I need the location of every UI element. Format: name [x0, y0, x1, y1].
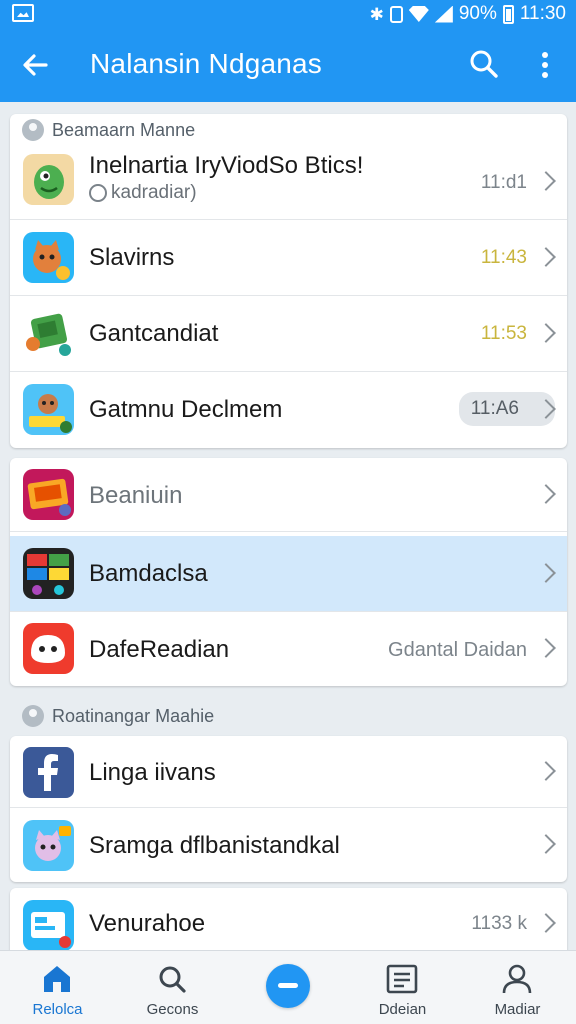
- person-icon: [89, 184, 107, 202]
- section-card-1: Beamaarn Manne Inelnartia IryViodSo Btic…: [10, 114, 567, 448]
- row-title: Sramga dflbanistandkal: [89, 832, 340, 859]
- section-user-icon: [22, 705, 44, 727]
- board-game-app-icon: [23, 469, 74, 520]
- search-icon[interactable]: [466, 46, 502, 82]
- row-meta: 11:53: [480, 323, 527, 344]
- section-card-3: Linga iivans Sramga dflbanistandkal: [10, 736, 567, 882]
- section-header: Roatinangar Maahie: [22, 704, 214, 728]
- blue-card-app-icon: [23, 900, 74, 951]
- row-title: Linga iivans: [89, 759, 216, 786]
- chevron-right-icon: [536, 638, 556, 658]
- app-bar: Nalansin Ndganas: [0, 28, 576, 102]
- section-user-icon: [22, 119, 44, 141]
- row-subtitle-text: kadradiar): [111, 182, 197, 203]
- monkey-game-app-icon: [23, 384, 74, 435]
- colorful-puzzle-app-icon: [23, 548, 74, 599]
- list-item[interactable]: Gatmnu Declmem 11:A6: [10, 372, 567, 448]
- list-item[interactable]: Beaniuin: [10, 458, 567, 532]
- search-icon: [155, 963, 189, 995]
- list-item[interactable]: Slavirns 11:43: [10, 220, 567, 296]
- nav-label: Madiar: [494, 1001, 541, 1018]
- nav-label: Ddeian: [378, 1001, 427, 1018]
- row-meta: 1133 k: [471, 913, 527, 934]
- chevron-right-icon: [536, 913, 556, 933]
- status-time: 11:30: [519, 3, 566, 24]
- home-icon: [40, 963, 74, 995]
- row-title: Venurahoe: [89, 910, 206, 937]
- content-list: Beamaarn Manne Inelnartia IryViodSo Btic…: [0, 102, 576, 968]
- battery-icon: [502, 4, 514, 24]
- blue-cat-app-icon: [23, 820, 74, 871]
- row-title: Gantcandiat: [89, 320, 219, 347]
- compose-fab-icon[interactable]: [266, 964, 310, 1008]
- section-header: Beamaarn Manne: [22, 118, 195, 142]
- nav-label: Gecons: [146, 1001, 199, 1018]
- green-monster-app-icon: [23, 154, 74, 205]
- cat-game-app-icon: [23, 232, 74, 283]
- profile-icon: [500, 963, 534, 995]
- back-arrow-icon[interactable]: [16, 46, 54, 84]
- green-block-game-app-icon: [23, 308, 74, 359]
- nav-profile[interactable]: Madiar: [460, 951, 575, 1024]
- status-bar: ✱ 90% 11:30: [0, 0, 576, 28]
- chevron-right-icon: [536, 563, 556, 583]
- row-subtitle: kadradiar): [89, 182, 197, 204]
- row-meta: 11:d1: [480, 172, 527, 193]
- row-title: Slavirns: [89, 244, 175, 271]
- section-card-2: Beaniuin Bamdaclsa DafeReadian Gdantal D…: [10, 458, 567, 686]
- chevron-right-icon: [536, 323, 556, 343]
- wifi-icon: [408, 6, 429, 22]
- vibrate-icon: [389, 5, 403, 23]
- facebook-icon: [23, 747, 74, 798]
- battery-percent: 90%: [458, 3, 497, 24]
- section-title: Beamaarn Manne: [52, 119, 196, 140]
- nav-list[interactable]: Ddeian: [345, 951, 460, 1024]
- chevron-right-icon: [536, 761, 556, 781]
- red-face-app-icon: [23, 623, 74, 674]
- list-icon: [385, 963, 419, 995]
- list-item[interactable]: Gantcandiat 11:53: [10, 296, 567, 372]
- chevron-right-icon: [536, 834, 556, 854]
- bluetooth-icon: ✱: [369, 4, 384, 24]
- row-meta: Gdantal Daidan: [388, 639, 527, 661]
- row-title: Gatmnu Declmem: [89, 396, 283, 423]
- list-item[interactable]: Linga iivans: [10, 736, 567, 808]
- row-title: Bamdaclsa: [89, 560, 208, 587]
- list-item[interactable]: DafeReadian Gdantal Daidan: [10, 612, 567, 686]
- list-item[interactable]: Sramga dflbanistandkal: [10, 808, 567, 882]
- section-title: Roatinangar Maahie: [52, 705, 215, 726]
- row-meta: 11:43: [480, 247, 527, 268]
- row-title: DafeReadian: [89, 636, 230, 663]
- chevron-right-icon: [536, 171, 556, 191]
- nav-search[interactable]: Gecons: [115, 951, 230, 1024]
- row-title: Inelnartia IryViodSo Btics!: [89, 152, 364, 179]
- list-item-selected[interactable]: Bamdaclsa: [10, 536, 567, 612]
- more-vert-icon[interactable]: [530, 46, 560, 84]
- row-title: Beaniuin: [89, 482, 183, 509]
- signal-icon: [434, 5, 453, 23]
- gallery-icon: [12, 4, 34, 22]
- chevron-right-icon: [536, 247, 556, 267]
- nav-home[interactable]: Relolca: [0, 951, 115, 1024]
- page-title: Nalansin Ndganas: [90, 48, 323, 79]
- nav-label: Relolca: [32, 1001, 83, 1018]
- list-item[interactable]: Inelnartia IryViodSo Btics! kadradiar) 1…: [10, 144, 567, 220]
- chevron-right-icon: [536, 484, 556, 504]
